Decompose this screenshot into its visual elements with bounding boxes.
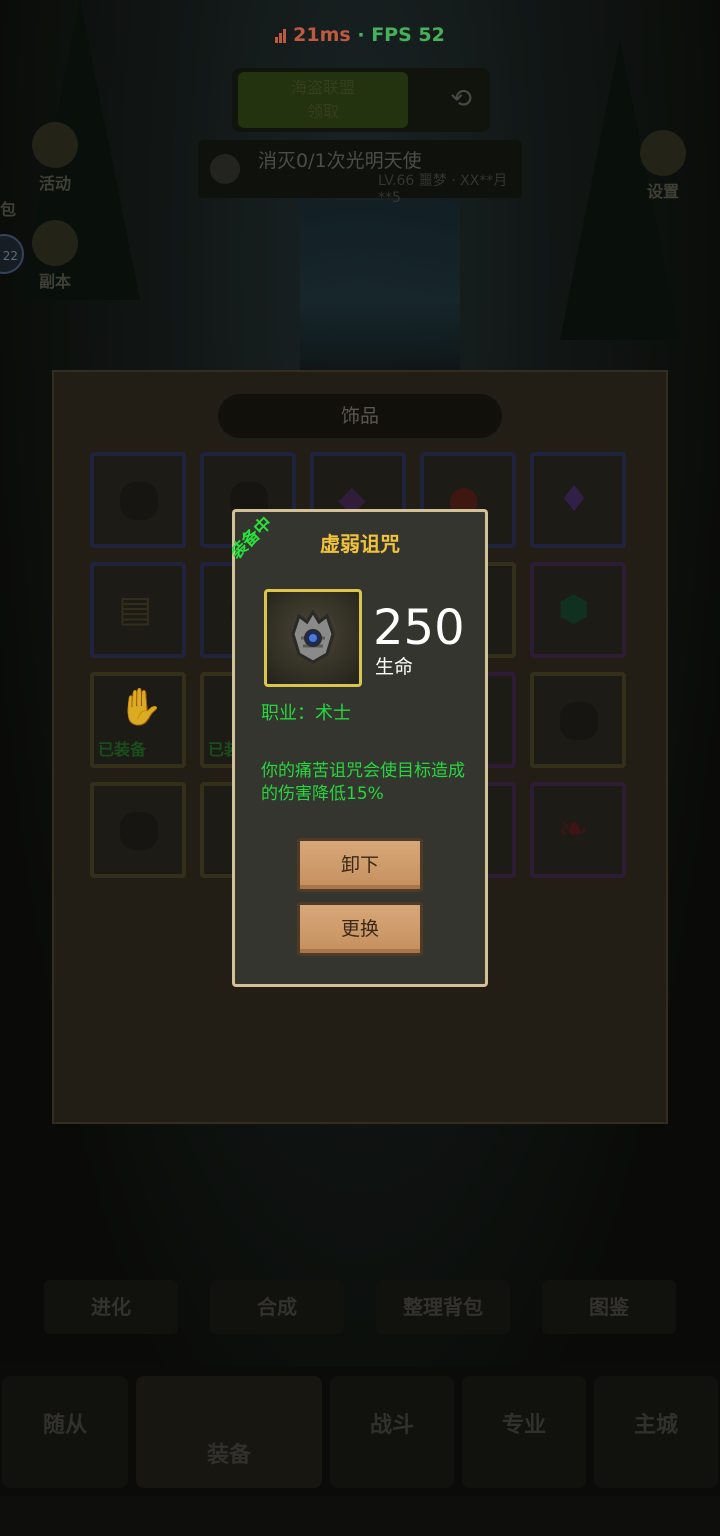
cursed-hand-amulet-icon [291, 609, 335, 664]
class-requirement: 职业：术士 [261, 703, 351, 724]
stat-value: 250 [373, 600, 465, 656]
item-name: 虚弱诅咒 [320, 532, 400, 556]
replace-button[interactable]: 更换 [297, 902, 423, 956]
item-description: 你的痛苦诅咒会使目标造成的伤害降低15% [261, 761, 465, 804]
stat-label: 生命 [375, 656, 414, 678]
item-icon-frame [264, 589, 362, 687]
unequip-button[interactable]: 卸下 [297, 838, 423, 892]
